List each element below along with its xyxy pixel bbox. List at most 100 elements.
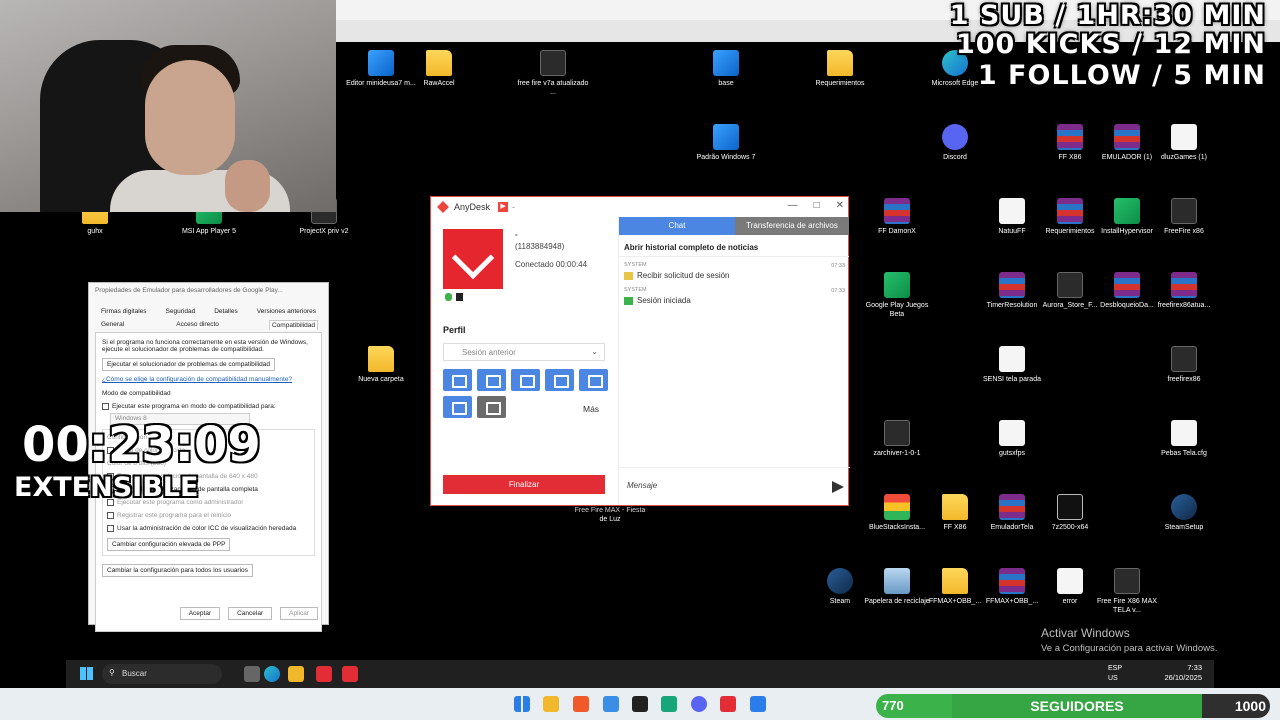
desktop-icon-steamsetup[interactable]: SteamSetup [1147,494,1221,532]
start-icon[interactable] [514,696,530,712]
profile-select[interactable]: Sesión anterior ⌄ [443,343,605,361]
document-icon [999,198,1025,224]
desktop-icon-base[interactable]: base [689,50,763,88]
desktop-icon-ff-damonx[interactable]: FF DamonX [860,198,934,236]
display-action-icon[interactable] [477,396,506,418]
desktop-icon-padrao-windows[interactable]: Padrão Windows 7 [689,124,763,162]
message-input[interactable]: Mensaje [619,467,850,505]
desktop-icon-dluzgames[interactable]: dluzGames (1) [1147,124,1221,162]
anydesk-icon[interactable] [720,696,736,712]
search-box[interactable]: ⚲ Buscar [102,664,222,684]
google-play-icon [884,272,910,298]
desktop-icon-nueva-carpeta[interactable]: Nueva carpeta [344,346,418,384]
desktop-icon-requerimientos[interactable]: Requerimientos [803,50,877,88]
ok-button[interactable]: Aceptar [179,607,221,620]
desktop-icon-rawaccel[interactable]: RawAccel [402,50,476,88]
close-icon[interactable]: ✕ [836,200,844,211]
taskview-icon[interactable] [244,666,260,682]
brave-icon[interactable] [573,696,589,712]
session-tab-label[interactable]: - [512,202,515,212]
file-explorer-icon[interactable] [288,666,304,682]
overlay-sub-rule: 1 SUB / 1HR:30 MIN [949,0,1266,31]
webcam-feed [0,0,336,212]
desktop-icon-discord[interactable]: Discord [918,124,992,162]
remote-avatar [443,229,503,289]
draw-action-icon[interactable] [443,396,472,418]
tab-acceso-directo[interactable]: Acceso directo [174,320,221,330]
desktop-icon-free-fire-max[interactable]: Free Fire MAX - Fiesta de Luz [573,506,647,524]
desktop-icon-freefirex86-2[interactable]: freefirex86 [1147,346,1221,384]
app-icon[interactable] [750,696,766,712]
tab-detalles[interactable]: Detalles [212,307,239,316]
discord-icon[interactable] [691,696,707,712]
send-icon[interactable] [832,481,844,493]
document-icon [1171,420,1197,446]
tab-chat[interactable]: Chat [619,217,735,235]
edge-icon[interactable] [264,666,280,682]
dpi-settings-button[interactable]: Cambiar configuración elevada de PPP [107,538,231,551]
tab-versiones[interactable]: Versiones anteriores [255,307,318,316]
apply-button[interactable]: Aplicar [280,607,318,620]
chat-message: SYSTEM 07:33 Sesión iniciada [624,287,845,305]
tab-file-transfer[interactable]: Transferencia de archivos [735,217,849,235]
emulator-icon [1171,346,1197,372]
overlay-kicks-rule: 100 KICKS / 12 MIN [955,29,1266,60]
app-icon[interactable] [661,696,677,712]
desktop-icon-google-play[interactable]: Google Play Juegos Beta [860,272,934,319]
clipboard-action-icon[interactable] [511,369,540,391]
audio-action-icon[interactable] [545,369,574,391]
desktop-icon-free-fire-x86-max[interactable]: Free Fire X86 MAX TELA v... [1090,568,1164,615]
document-icon [1057,568,1083,594]
desktop-icon-sensi[interactable]: SENSI tela parada [975,346,1049,384]
all-users-button[interactable]: Cambiar la configuración para todos los … [102,564,253,577]
minimize-icon[interactable]: — [788,200,798,211]
file-explorer-icon[interactable] [543,696,559,712]
check-icon [624,296,633,305]
troubleshoot-button[interactable]: Ejecutar el solucionador de problemas de… [102,358,275,371]
chat-action-icon[interactable] [443,369,472,391]
compat-mode-checkbox[interactable] [102,403,109,410]
finish-button[interactable]: Finalizar [443,475,605,494]
emulator-icon [1114,568,1140,594]
anydesk-icon[interactable] [316,666,332,682]
screen-action-icon[interactable] [579,369,608,391]
followers-goal-bar: 770 SEGUIDORES 1000 [876,694,1280,718]
file-action-icon[interactable] [477,369,506,391]
desktop-icon-freefirex86atua[interactable]: freefirex86atua... [1147,272,1221,310]
manual-settings-link[interactable]: ¿Cómo se elige la configuración de compa… [102,376,292,383]
document-icon [999,420,1025,446]
maximize-icon[interactable]: □ [814,200,820,211]
emulator-icon [540,50,566,76]
followers-count: 770 [876,694,952,718]
history-link[interactable]: Abrir historial completo de noticias [619,235,849,257]
tab-seguridad[interactable]: Seguridad [164,307,198,316]
register-restart-checkbox[interactable] [107,512,114,519]
language-indicator[interactable]: ESP US [1108,664,1122,684]
tab-compatibilidad[interactable]: Compatibilidad [268,320,318,330]
tab-general[interactable]: General [99,320,126,330]
desktop-icon-freefire-x86[interactable]: FreeFire x86 [1147,198,1221,236]
cancel-button[interactable]: Cancelar [228,607,273,620]
anydesk-icon[interactable] [342,666,358,682]
desktop-icon-gutsxfps[interactable]: gutsxfps [975,420,1049,458]
start-icon[interactable] [80,667,93,680]
tab-firmas[interactable]: Firmas digitales [99,307,149,316]
extensible-label: EXTENSIBLE [14,472,199,503]
desktop-icon-pebas-tela[interactable]: Pebas Tela.cfg [1147,420,1221,458]
app-icon[interactable] [603,696,619,712]
desktop-icon-7zip[interactable]: 7z2500-x64 [1033,494,1107,532]
clock[interactable]: 7:33 26/10/2025 [1164,663,1202,683]
bluestacks-icon [884,494,910,520]
rar-icon [1114,124,1140,150]
rar-icon [999,272,1025,298]
more-button[interactable]: Más [583,404,599,414]
desktop-icon-zarchiver[interactable]: zarchiver-1-0-1 [860,420,934,458]
session-tab-icon[interactable]: ▶ [498,202,509,212]
icc-color-checkbox[interactable] [107,525,114,532]
rar-icon [884,198,910,224]
screen: Editor minideusa7 m... RawAccel free fir… [0,0,1280,720]
chevron-down-icon: ⌄ [591,347,598,356]
desktop-icon-free-fire-v7a[interactable]: free fire v7a atualizado ... [516,50,590,97]
terminal-icon[interactable] [632,696,648,712]
steam-icon [827,568,853,594]
